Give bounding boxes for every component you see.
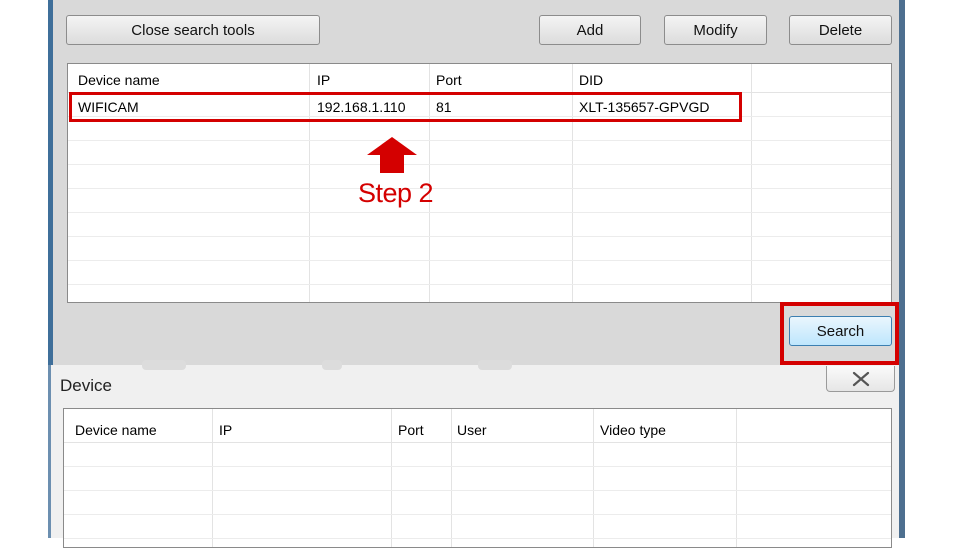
row-divider: [68, 260, 891, 261]
column-divider: [751, 64, 752, 302]
column-header-ip[interactable]: IP: [219, 422, 232, 438]
column-header-user[interactable]: User: [457, 422, 487, 438]
row-divider: [64, 490, 891, 491]
delete-button[interactable]: Delete: [789, 15, 892, 45]
column-header-did[interactable]: DID: [579, 72, 603, 88]
add-button[interactable]: Add: [539, 15, 641, 45]
column-divider: [391, 409, 392, 547]
close-button[interactable]: [826, 366, 895, 392]
column-header-port[interactable]: Port: [398, 422, 424, 438]
close-icon: [852, 371, 869, 386]
row-divider: [68, 164, 891, 165]
step-label: Step 2: [358, 178, 434, 208]
column-header-device-name[interactable]: Device name: [75, 422, 157, 438]
highlight-box-row: [69, 92, 742, 122]
highlight-box-search: [780, 302, 899, 365]
row-divider: [68, 284, 891, 285]
up-arrow-icon: [367, 137, 417, 173]
background-shape: [322, 360, 342, 370]
column-divider: [212, 409, 213, 547]
column-header-video-type[interactable]: Video type: [600, 422, 666, 438]
column-header-device-name[interactable]: Device name: [78, 72, 160, 88]
column-divider: [593, 409, 594, 547]
background-shape: [142, 360, 186, 370]
dialog-border-left: [48, 365, 51, 538]
row-divider: [68, 236, 891, 237]
row-divider: [68, 140, 891, 141]
modify-button[interactable]: Modify: [664, 15, 767, 45]
table-header: [68, 64, 891, 93]
device-table: Device name IP Port User Video type: [63, 408, 892, 548]
column-divider: [451, 409, 452, 547]
column-header-port[interactable]: Port: [436, 72, 462, 88]
row-divider: [64, 514, 891, 515]
column-header-ip[interactable]: IP: [317, 72, 330, 88]
window-border-right: [899, 0, 905, 538]
column-divider: [736, 409, 737, 547]
row-divider: [68, 188, 891, 189]
close-search-tools-button[interactable]: Close search tools: [66, 15, 320, 45]
dialog-title: Device: [60, 376, 112, 395]
row-divider: [64, 466, 891, 467]
background-shape: [478, 360, 512, 370]
row-divider: [68, 212, 891, 213]
row-divider: [64, 538, 891, 539]
